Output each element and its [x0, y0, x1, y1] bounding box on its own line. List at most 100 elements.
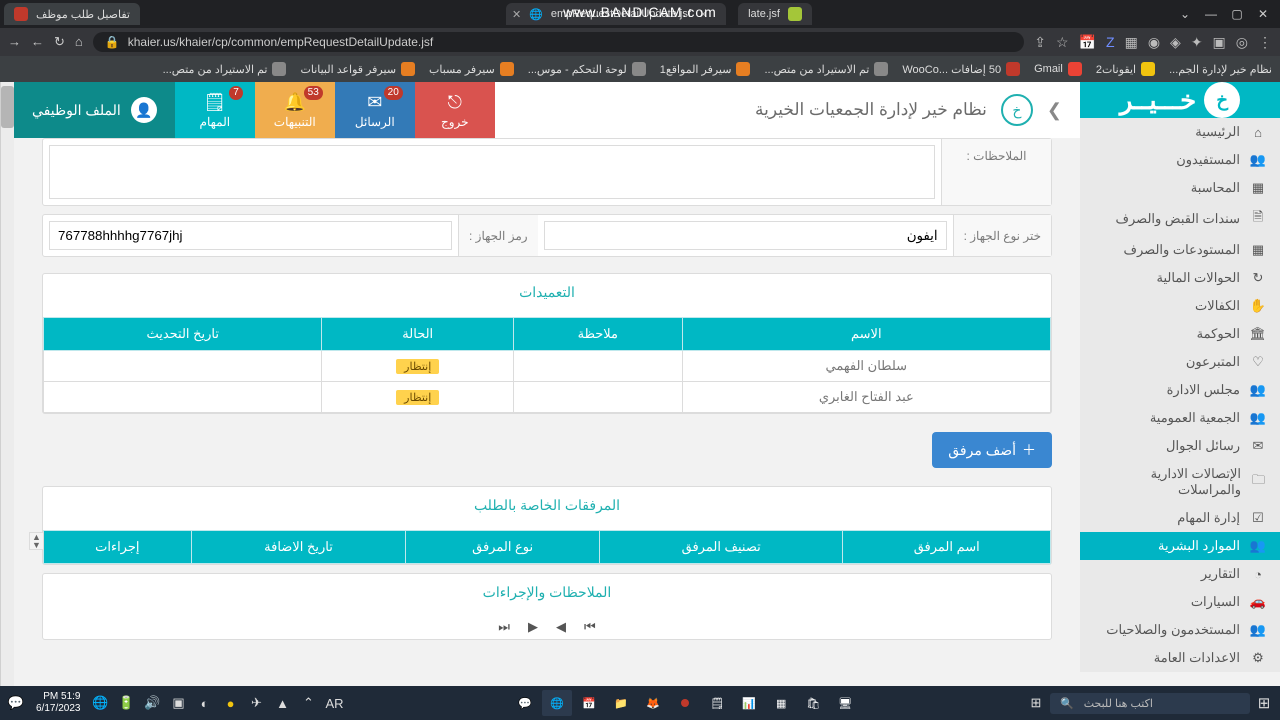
lang-indicator[interactable]: AR — [325, 693, 345, 713]
maximize-window-icon[interactable]: ▢ — [1230, 7, 1244, 21]
sidebar-item[interactable]: ⌂الرئيسية — [1080, 118, 1280, 146]
tray-chevron-icon[interactable]: ⌃ — [299, 693, 319, 713]
sidebar-item[interactable]: 👥المستخدمون والصلاحيات — [1080, 616, 1280, 644]
chevron-left-icon[interactable]: ❯ — [1047, 100, 1062, 121]
sidebar-item[interactable]: 🗎سندات القبض والصرف — [1080, 202, 1280, 236]
bookmark-star-icon[interactable]: ☆ — [1056, 34, 1069, 51]
tab-close-icon[interactable]: ✕ — [512, 8, 521, 21]
messages-button[interactable]: 20 ✉ الرسائل — [335, 82, 415, 138]
sidebar-item[interactable]: ✋الكفالات — [1080, 292, 1280, 320]
sidebar-item[interactable]: 🗀الإتصالات الادارية والمراسلات — [1080, 460, 1280, 504]
start-icon[interactable]: ⊞ — [1254, 693, 1274, 713]
taskbar-app-icon[interactable]: 🦊 — [638, 690, 668, 716]
sidepanel-icon[interactable]: ▣ — [1213, 34, 1226, 51]
bookmark-item[interactable]: نظام خير لإدارة الجم... — [1169, 63, 1272, 76]
extensions-icon[interactable]: ✦ — [1191, 34, 1203, 51]
taskbar-app-icon[interactable]: 🖥 — [830, 690, 860, 716]
sidebar-item[interactable]: ↻الحوالات المالية — [1080, 264, 1280, 292]
tray-icon[interactable]: ● — [221, 693, 241, 713]
task-view-icon[interactable]: ⊞ — [1026, 693, 1046, 713]
profile-button[interactable]: 👤 الملف الوظيفي — [14, 82, 175, 138]
bookmark-item[interactable]: Gmail — [1034, 62, 1082, 76]
sidebar-item[interactable]: ▦المحاسبة — [1080, 174, 1280, 202]
cell-status: إنتظار — [322, 351, 514, 382]
pager-first-icon[interactable]: ⏭ — [498, 619, 510, 635]
sidebar-item[interactable]: 👥الموارد البشرية — [1080, 532, 1280, 560]
taskbar-app-icon[interactable]: 💬 — [510, 690, 540, 716]
forward-icon[interactable]: ← — [31, 34, 44, 50]
taskbar-search[interactable]: اكتب هنا للبحث 🔍 — [1050, 693, 1250, 714]
bookmark-item[interactable]: تم الاستيراد من متص... — [764, 62, 888, 76]
sidebar-item[interactable]: 🏛الحوكمة — [1080, 320, 1280, 348]
chevron-down-icon[interactable]: ▼ — [30, 541, 43, 549]
pager-prev-icon[interactable]: ◀ — [556, 619, 566, 635]
bookmark-item[interactable]: سيرفر المواقع1 — [660, 62, 751, 76]
pager-last-icon[interactable]: ⏮ — [584, 619, 596, 635]
sidebar-item[interactable]: ♡المتبرعون — [1080, 348, 1280, 376]
brand-logo[interactable]: خ خـــيــر — [1080, 82, 1280, 118]
ext-icon[interactable]: ◈ — [1170, 34, 1181, 51]
home-icon[interactable]: ⌂ — [75, 34, 83, 50]
share-icon[interactable]: ⇪ — [1034, 34, 1046, 51]
sidebar-item[interactable]: ◔التقارير — [1080, 560, 1280, 588]
sidebar-item[interactable]: ⚙الاعدادات العامة — [1080, 644, 1280, 672]
ext-icon[interactable]: Z — [1106, 34, 1115, 50]
spinner-control[interactable]: ▲▼ — [29, 532, 44, 550]
bookmark-item[interactable]: تم الاستيراد من متص... — [163, 62, 287, 76]
back-icon[interactable]: → — [8, 34, 21, 50]
browser-tab[interactable]: late.jsf — [738, 3, 812, 25]
bookmark-item[interactable]: ايقونات2 — [1096, 62, 1155, 76]
notes-textarea[interactable] — [49, 145, 935, 199]
tray-icon[interactable]: ▣ — [169, 693, 189, 713]
vertical-scrollbar[interactable] — [0, 82, 14, 686]
sidebar-item[interactable]: 👥المستفيدون — [1080, 146, 1280, 174]
close-window-icon[interactable]: ✕ — [1256, 7, 1270, 21]
battery-icon[interactable]: 🔋 — [117, 693, 137, 713]
browser-tab[interactable]: ✕ empRequestDetailUpdate.jsf 🌐 ✕ — [506, 3, 726, 25]
tab-close-icon[interactable]: ✕ — [699, 8, 708, 21]
taskbar-app-icon[interactable]: 🌐 — [542, 690, 572, 716]
dropdown-window-icon[interactable]: ⌄ — [1178, 7, 1192, 21]
tray-icon[interactable]: ▲ — [273, 693, 293, 713]
taskbar-bandicam-icon[interactable] — [670, 690, 700, 716]
reload-icon[interactable]: ↻ — [54, 34, 65, 50]
pager-next-icon[interactable]: ▶ — [528, 619, 538, 635]
bookmark-item[interactable]: لوحة التحكم - موس... — [528, 62, 646, 76]
browser-tab-active[interactable]: تفاصيل طلب موظف — [4, 3, 140, 25]
device-code-input[interactable] — [49, 221, 452, 250]
logout-button[interactable]: ⎋ خروج — [415, 82, 495, 138]
bookmark-item[interactable]: 50 إضافات ...WooCo — [902, 62, 1020, 76]
action-center-icon[interactable]: 💬 — [6, 693, 26, 713]
ext-icon[interactable]: 📅 — [1079, 34, 1096, 51]
ext-icon[interactable]: ▦ — [1125, 34, 1138, 51]
bookmark-item[interactable]: سيرفر قواعد البيانات — [300, 62, 415, 76]
sidebar-item[interactable]: ▦المستودعات والصرف — [1080, 236, 1280, 264]
taskbar-app-icon[interactable]: ▦ — [766, 690, 796, 716]
add-attachment-button[interactable]: ＋ أضف مرفق — [932, 432, 1052, 468]
taskbar-app-icon[interactable]: 🛍 — [798, 690, 828, 716]
taskbar-clock[interactable]: PM 51:9 6/17/2023 — [32, 691, 85, 715]
menu-icon[interactable]: ⋮ — [1258, 34, 1272, 51]
volume-icon[interactable]: 🔊 — [143, 693, 163, 713]
taskbar-app-icon[interactable]: 📊 — [734, 690, 764, 716]
taskbar-app-icon[interactable]: 🗒 — [702, 690, 732, 716]
minimize-window-icon[interactable]: — — [1204, 7, 1218, 21]
taskbar-app-icon[interactable]: 📅 — [574, 690, 604, 716]
network-icon[interactable]: 🌐 — [91, 693, 111, 713]
ext-icon[interactable]: ◉ — [1148, 34, 1160, 51]
bookmark-item[interactable]: سيرفر مسباب — [429, 62, 514, 76]
sidebar-item[interactable]: 👥مجلس الادارة — [1080, 376, 1280, 404]
sidebar-item[interactable]: 👥الجمعية العمومية — [1080, 404, 1280, 432]
sidebar-item[interactable]: ☑إدارة المهام — [1080, 504, 1280, 532]
tasks-button[interactable]: 7 🗒 المهام — [175, 82, 255, 138]
tray-icon[interactable]: ◐ — [195, 693, 215, 713]
taskbar-app-icon[interactable]: 📁 — [606, 690, 636, 716]
url-input[interactable]: khaier.us/khaier/cp/common/empRequestDet… — [93, 32, 1025, 52]
sidebar-item[interactable]: ✉رسائل الجوال — [1080, 432, 1280, 460]
alerts-button[interactable]: 53 🔔 التنبيهات — [255, 82, 335, 138]
scrollbar-thumb[interactable] — [1, 86, 14, 128]
tray-icon[interactable]: ✈ — [247, 693, 267, 713]
device-type-input[interactable] — [544, 221, 947, 250]
sidebar-item[interactable]: 🚗السيارات — [1080, 588, 1280, 616]
brave-shield-icon[interactable]: ◎ — [1236, 34, 1248, 51]
